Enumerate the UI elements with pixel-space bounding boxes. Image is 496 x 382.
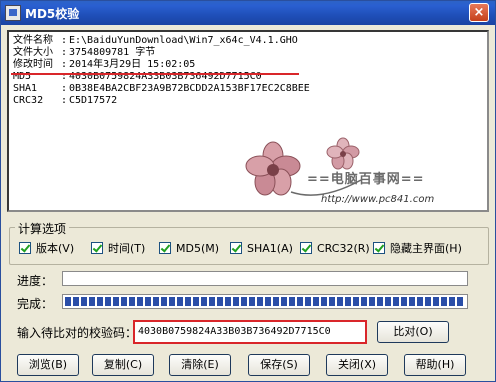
close-window-button[interactable]: × — [469, 3, 489, 22]
checkbox-label: CRC32(R) — [317, 241, 370, 255]
complete-label: 完成： — [17, 297, 54, 311]
checkbox-label: 版本(V) — [36, 242, 75, 255]
compare-label: 输入待比对的校验码： — [17, 326, 138, 340]
checkbox-box[interactable] — [91, 242, 103, 254]
result-separator: : — [61, 95, 68, 106]
checkbox-box[interactable] — [159, 242, 171, 254]
checkbox-label: 时间(T) — [108, 242, 146, 255]
result-separator: : — [61, 59, 68, 70]
progress-label: 进度： — [17, 274, 54, 288]
result-label: CRC32 — [13, 95, 44, 106]
compare-input[interactable]: 4030B0759824A33B03B736492D7715C0 — [133, 320, 367, 344]
result-row-modified: 修改时间 : 2014年3月29日 15:02:05 — [13, 59, 483, 71]
result-value: 0B38E4BA2CBF23A9B72BCDD2A153BF17EC2C8BEE — [69, 83, 310, 94]
result-row-filesize: 文件大小 : 3754809781 字节 — [13, 47, 483, 59]
compare-button[interactable]: 比对(O) — [377, 321, 449, 343]
checkbox-box[interactable] — [300, 242, 312, 254]
md5-highlight-underline — [11, 73, 299, 75]
result-row-sha1: SHA1 : 0B38E4BA2CBF23A9B72BCDD2A153BF17E… — [13, 83, 483, 95]
watermark-brand: ==电脑百事网== — [307, 172, 425, 187]
clear-button[interactable]: 清除(E) — [169, 354, 231, 376]
result-row-crc32: CRC32 : C5D17572 — [13, 95, 483, 107]
result-label: 文件名称 — [13, 35, 53, 46]
window-title: MD5校验 — [25, 7, 80, 21]
checkbox-label: MD5(M) — [176, 241, 220, 255]
checkbox-hide-main[interactable]: 隐藏主界面(H) — [373, 241, 462, 255]
close-button[interactable]: 关闭(X) — [326, 354, 388, 376]
result-separator: : — [61, 35, 68, 46]
checkbox-box[interactable] — [373, 242, 385, 254]
checkbox-crc32[interactable]: CRC32(R) — [300, 241, 370, 255]
title-bar[interactable]: MD5校验 × — [1, 1, 495, 25]
checkbox-box[interactable] — [19, 242, 31, 254]
result-value: E:\BaiduYunDownload\Win7_x64c_V4.1.GHO — [69, 35, 298, 46]
watermark: ==电脑百事网== http://www.pc841.com — [231, 132, 487, 210]
md5-window: MD5校验 × 文件名称 : E:\BaiduYunDownload\Win7_… — [0, 0, 496, 382]
help-button[interactable]: 帮助(H) — [404, 354, 466, 376]
result-value: 3754809781 字节 — [69, 47, 156, 58]
checkbox-sha1[interactable]: SHA1(A) — [230, 241, 293, 255]
progress-bar — [62, 271, 468, 286]
checkbox-box[interactable] — [230, 242, 242, 254]
result-row-filename: 文件名称 : E:\BaiduYunDownload\Win7_x64c_V4.… — [13, 35, 483, 47]
result-label: 文件大小 — [13, 47, 53, 58]
app-icon — [5, 5, 21, 21]
options-title: 计算选项 — [15, 220, 70, 237]
browse-button[interactable]: 浏览(B) — [17, 354, 79, 376]
result-value: 2014年3月29日 15:02:05 — [69, 59, 196, 70]
result-label: 修改时间 — [13, 59, 53, 70]
complete-bar-fill — [65, 297, 465, 306]
checkbox-label: SHA1(A) — [247, 241, 293, 255]
copy-button[interactable]: 复制(C) — [92, 354, 154, 376]
checkbox-version[interactable]: 版本(V) — [19, 241, 74, 255]
watermark-url: http://www.pc841.com — [321, 194, 435, 205]
checkbox-time[interactable]: 时间(T) — [91, 241, 145, 255]
result-separator: : — [61, 47, 68, 58]
checkbox-label: 隐藏主界面(H) — [390, 242, 462, 255]
checkbox-md5[interactable]: MD5(M) — [159, 241, 219, 255]
complete-bar — [62, 294, 468, 309]
result-label: SHA1 — [13, 83, 38, 94]
result-value: C5D17572 — [69, 95, 118, 106]
save-button[interactable]: 保存(S) — [248, 354, 310, 376]
result-separator: : — [61, 83, 68, 94]
result-textarea[interactable]: 文件名称 : E:\BaiduYunDownload\Win7_x64c_V4.… — [7, 30, 489, 212]
